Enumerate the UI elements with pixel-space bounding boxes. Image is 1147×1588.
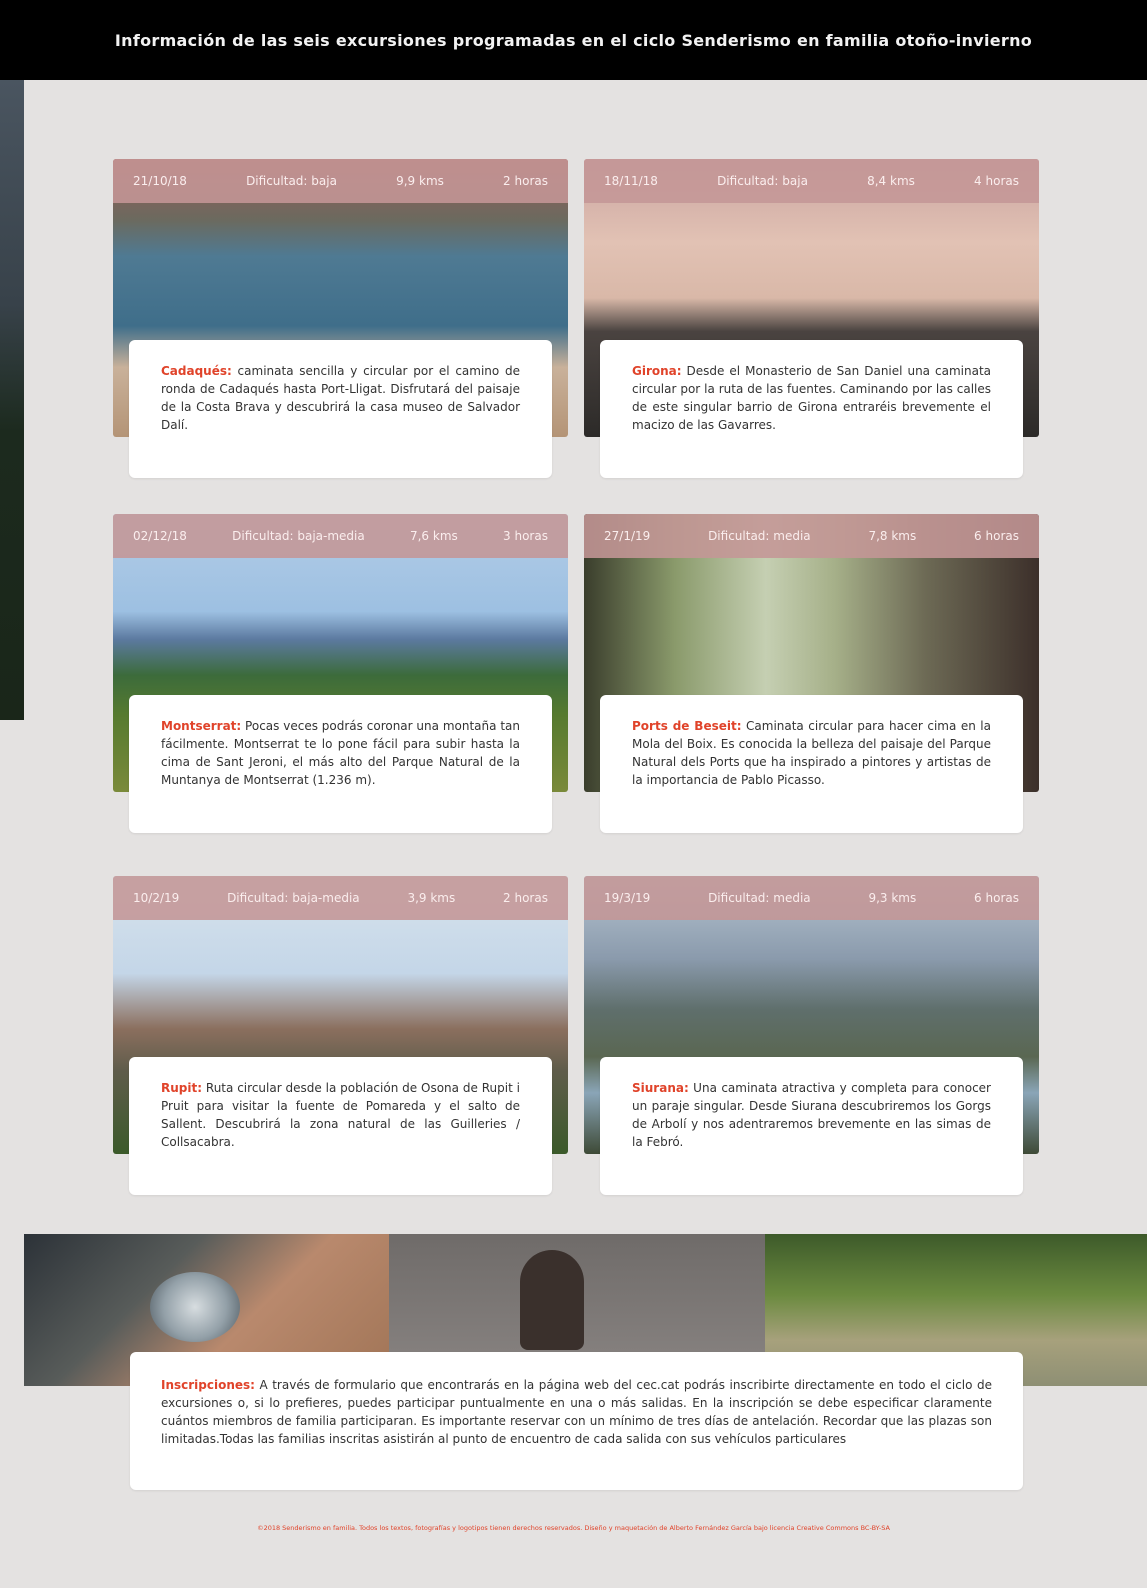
excursion-difficulty: Dificultad: media bbox=[708, 529, 811, 543]
excursion-meta-bar: 10/2/19 Dificultad: baja-media 3,9 kms 2… bbox=[113, 876, 568, 920]
excursion-card-rupit: 10/2/19 Dificultad: baja-media 3,9 kms 2… bbox=[113, 876, 568, 1195]
excursion-card-girona: 18/11/18 Dificultad: baja 8,4 kms 4 hora… bbox=[584, 159, 1039, 478]
excursion-description-box: Montserrat: Pocas veces podrás coronar u… bbox=[129, 695, 552, 833]
excursion-place: Montserrat: bbox=[161, 719, 242, 733]
excursion-difficulty: Dificultad: baja-media bbox=[227, 891, 360, 905]
excursion-description-box: Rupit: Ruta circular desde la población … bbox=[129, 1057, 552, 1195]
excursion-place: Girona: bbox=[632, 364, 682, 378]
excursion-duration: 2 horas bbox=[503, 174, 548, 188]
excursion-duration: 2 horas bbox=[503, 891, 548, 905]
excursion-description-box: Ports de Beseit: Caminata circular para … bbox=[600, 695, 1023, 833]
excursion-place: Cadaqués: bbox=[161, 364, 232, 378]
registration-label: Inscripciones: bbox=[161, 1378, 255, 1392]
excursion-description-box: Siurana: Una caminata atractiva y comple… bbox=[600, 1057, 1023, 1195]
excursion-card-siurana: 19/3/19 Dificultad: media 9,3 kms 6 hora… bbox=[584, 876, 1039, 1195]
excursion-distance: 3,9 kms bbox=[407, 891, 456, 905]
excursion-description-box: Cadaqués: caminata sencilla y circular p… bbox=[129, 340, 552, 478]
excursion-date: 21/10/18 bbox=[133, 174, 187, 188]
excursion-card-ports-de-beseit: 27/1/19 Dificultad: media 7,8 kms 6 hora… bbox=[584, 514, 1039, 833]
excursion-difficulty: Dificultad: baja-media bbox=[232, 529, 365, 543]
top-banner: Información de las seis excursiones prog… bbox=[0, 0, 1147, 80]
excursion-distance: 9,9 kms bbox=[396, 174, 444, 188]
registration-box: Inscripciones: A través de formulario qu… bbox=[130, 1352, 1023, 1490]
side-photo-edge bbox=[0, 80, 24, 720]
excursion-date: 18/11/18 bbox=[604, 174, 658, 188]
excursion-date: 19/3/19 bbox=[604, 891, 651, 905]
excursion-duration: 4 horas bbox=[974, 174, 1019, 188]
excursion-place: Ports de Beseit: bbox=[632, 719, 742, 733]
excursion-meta-bar: 27/1/19 Dificultad: media 7,8 kms 6 hora… bbox=[584, 514, 1039, 558]
excursion-description: Desde el Monasterio de San Daniel una ca… bbox=[632, 364, 991, 432]
excursion-place: Siurana: bbox=[632, 1081, 689, 1095]
excursion-distance: 7,6 kms bbox=[409, 529, 458, 543]
excursion-distance: 8,4 kms bbox=[867, 174, 915, 188]
excursion-date: 10/2/19 bbox=[133, 891, 180, 905]
page-title: Información de las seis excursiones prog… bbox=[114, 30, 1033, 50]
excursion-difficulty: Dificultad: baja bbox=[717, 174, 808, 188]
excursion-meta-bar: 21/10/18 Dificultad: baja 9,9 kms 2 hora… bbox=[113, 159, 568, 203]
excursion-date: 02/12/18 bbox=[133, 529, 187, 543]
excursion-distance: 7,8 kms bbox=[868, 529, 917, 543]
excursion-duration: 6 horas bbox=[974, 529, 1019, 543]
excursion-difficulty: Dificultad: media bbox=[708, 891, 811, 905]
excursion-description-box: Girona: Desde el Monasterio de San Danie… bbox=[600, 340, 1023, 478]
excursion-distance: 9,3 kms bbox=[868, 891, 917, 905]
excursion-place: Rupit: bbox=[161, 1081, 203, 1095]
excursion-meta-bar: 19/3/19 Dificultad: media 9,3 kms 6 hora… bbox=[584, 876, 1039, 920]
excursion-meta-bar: 18/11/18 Dificultad: baja 8,4 kms 4 hora… bbox=[584, 159, 1039, 203]
person-silhouette bbox=[520, 1250, 584, 1350]
excursion-card-cadaques: 21/10/18 Dificultad: baja 9,9 kms 2 hora… bbox=[113, 159, 568, 478]
excursion-date: 27/1/19 bbox=[604, 529, 651, 543]
excursion-duration: 3 horas bbox=[503, 529, 548, 543]
excursion-card-montserrat: 02/12/18 Dificultad: baja-media 7,6 kms … bbox=[113, 514, 568, 833]
excursion-duration: 6 horas bbox=[974, 891, 1019, 905]
registration-text: A través de formulario que encontrarás e… bbox=[161, 1378, 992, 1446]
compass-icon bbox=[150, 1272, 240, 1342]
excursion-difficulty: Dificultad: baja bbox=[246, 174, 337, 188]
excursion-meta-bar: 02/12/18 Dificultad: baja-media 7,6 kms … bbox=[113, 514, 568, 558]
copyright-footer: ©2018 Senderismo en familia. Todos los t… bbox=[257, 1524, 890, 1532]
excursion-description: Ruta circular desde la población de Oson… bbox=[161, 1081, 520, 1149]
